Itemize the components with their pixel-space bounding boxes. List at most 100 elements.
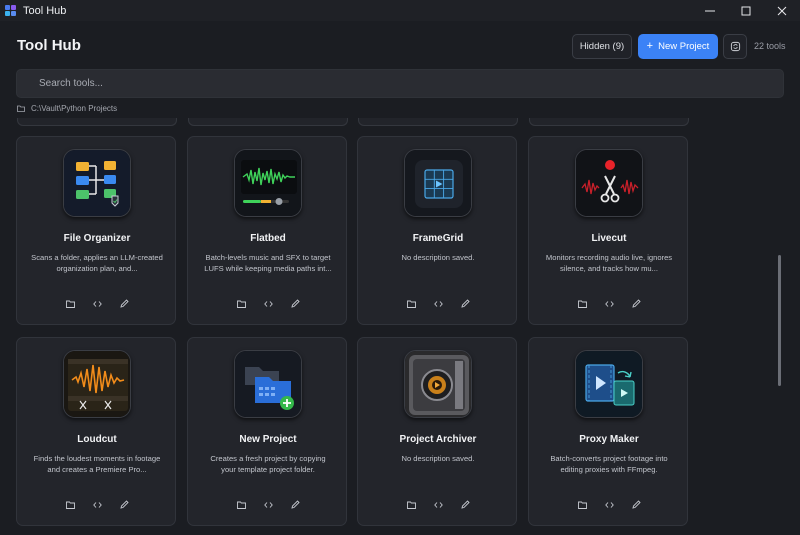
- flatbed-waveform-icon: [234, 149, 302, 217]
- folder-icon: [236, 501, 246, 509]
- open-folder-button[interactable]: [64, 297, 77, 310]
- tool-card[interactable]: Flatbed Batch-levels music and SFX to ta…: [187, 136, 347, 325]
- path-text: C:\Vault\Python Projects: [31, 104, 118, 113]
- tool-description: No description saved.: [401, 253, 475, 262]
- open-code-button[interactable]: [603, 297, 616, 310]
- edit-button[interactable]: [118, 297, 131, 310]
- app-logo-icon: [5, 4, 17, 17]
- refresh-button[interactable]: [723, 34, 747, 59]
- open-folder-button[interactable]: [576, 498, 589, 511]
- code-icon: [92, 501, 102, 508]
- tools-grid: File Organizer Scans a folder, applies a…: [0, 118, 772, 535]
- page-title: Tool Hub: [17, 37, 81, 54]
- tool-name: File Organizer: [63, 233, 131, 244]
- code-icon: [604, 300, 614, 307]
- minimize-button[interactable]: [692, 0, 728, 21]
- tool-name: Project Archiver: [399, 434, 477, 445]
- card-partial: [188, 118, 348, 126]
- folder-icon: [406, 300, 416, 308]
- edit-button[interactable]: [459, 297, 472, 310]
- tool-card[interactable]: Proxy Maker Batch-converts project foota…: [528, 337, 688, 526]
- open-code-button[interactable]: [91, 297, 104, 310]
- tool-card[interactable]: File Organizer Scans a folder, applies a…: [16, 136, 176, 325]
- tool-description: No description saved.: [401, 454, 475, 463]
- folder-icon: [17, 105, 25, 112]
- tool-name: Proxy Maker: [579, 434, 639, 445]
- open-code-button[interactable]: [432, 498, 445, 511]
- new-project-button[interactable]: + New Project: [638, 34, 718, 59]
- tool-description: Batch-converts project footage into edit…: [550, 454, 668, 474]
- folder-icon: [236, 300, 246, 308]
- tool-description: Scans a folder, applies an LLM-created o…: [31, 253, 163, 273]
- tool-name: FrameGrid: [412, 233, 464, 244]
- code-icon: [263, 300, 273, 307]
- folder-icon: [65, 300, 75, 308]
- pencil-icon: [631, 500, 641, 509]
- tool-card[interactable]: New Project Creates a fresh project by c…: [187, 337, 347, 526]
- folder-icon: [406, 501, 416, 509]
- tool-description: Batch-levels music and SFX to target LUF…: [204, 253, 332, 273]
- hidden-tools-button[interactable]: Hidden (9): [572, 34, 632, 59]
- close-icon: [777, 6, 787, 15]
- pencil-icon: [290, 500, 300, 509]
- open-folder-button[interactable]: [405, 297, 418, 310]
- search-bar: [16, 69, 784, 98]
- folder-icon: [577, 501, 587, 509]
- edit-button[interactable]: [289, 297, 302, 310]
- project-path: C:\Vault\Python Projects: [17, 104, 117, 113]
- open-code-button[interactable]: [603, 498, 616, 511]
- tool-description: Finds the loudest moments in footage and…: [33, 454, 161, 474]
- open-folder-button[interactable]: [405, 498, 418, 511]
- open-folder-button[interactable]: [576, 297, 589, 310]
- card-partial: [17, 118, 177, 126]
- tool-card[interactable]: Project Archiver No description saved.: [357, 337, 517, 526]
- edit-button[interactable]: [289, 498, 302, 511]
- code-icon: [92, 300, 102, 307]
- close-button[interactable]: [764, 0, 800, 21]
- open-code-button[interactable]: [262, 297, 275, 310]
- pencil-icon: [119, 500, 129, 509]
- tool-name: Loudcut: [77, 434, 117, 445]
- maximize-icon: [741, 6, 751, 15]
- scrollbar-thumb[interactable]: [778, 255, 781, 386]
- pencil-icon: [460, 500, 470, 509]
- tool-name: Livecut: [591, 233, 627, 244]
- window-titlebar: Tool Hub: [0, 0, 800, 21]
- card-partial: [529, 118, 689, 126]
- window-title: Tool Hub: [23, 4, 67, 17]
- tool-name: Flatbed: [250, 233, 286, 244]
- edit-button[interactable]: [118, 498, 131, 511]
- maximize-button[interactable]: [728, 0, 764, 21]
- open-code-button[interactable]: [262, 498, 275, 511]
- tool-card[interactable]: Livecut Monitors recording audio live, i…: [528, 136, 688, 325]
- tool-description: Creates a fresh project by copying your …: [210, 454, 326, 474]
- code-icon: [263, 501, 273, 508]
- open-folder-button[interactable]: [235, 297, 248, 310]
- edit-button[interactable]: [630, 297, 643, 310]
- pencil-icon: [631, 299, 641, 308]
- tool-card[interactable]: FrameGrid No description saved.: [357, 136, 517, 325]
- folder-icon: [577, 300, 587, 308]
- tool-description: Monitors recording audio live, ignores s…: [545, 253, 673, 273]
- open-folder-button[interactable]: [64, 498, 77, 511]
- open-code-button[interactable]: [91, 498, 104, 511]
- tool-count: 22 tools: [754, 41, 786, 51]
- new-project-folder-icon: [234, 350, 302, 418]
- plus-icon: +: [646, 40, 654, 52]
- search-input[interactable]: [39, 70, 759, 97]
- new-project-label: New Project: [658, 41, 710, 52]
- pencil-icon: [119, 299, 129, 308]
- folder-icon: [65, 501, 75, 509]
- edit-button[interactable]: [459, 498, 472, 511]
- file-organizer-icon: [63, 149, 131, 217]
- tool-name: New Project: [239, 434, 297, 445]
- tool-card[interactable]: Loudcut Finds the loudest moments in foo…: [16, 337, 176, 526]
- open-code-button[interactable]: [432, 297, 445, 310]
- edit-button[interactable]: [630, 498, 643, 511]
- project-archiver-vault-icon: [404, 350, 472, 418]
- refresh-icon: [730, 41, 740, 52]
- framegrid-film-icon: [404, 149, 472, 217]
- open-folder-button[interactable]: [235, 498, 248, 511]
- loudcut-waveform-icon: [63, 350, 131, 418]
- livecut-scissors-icon: [575, 149, 643, 217]
